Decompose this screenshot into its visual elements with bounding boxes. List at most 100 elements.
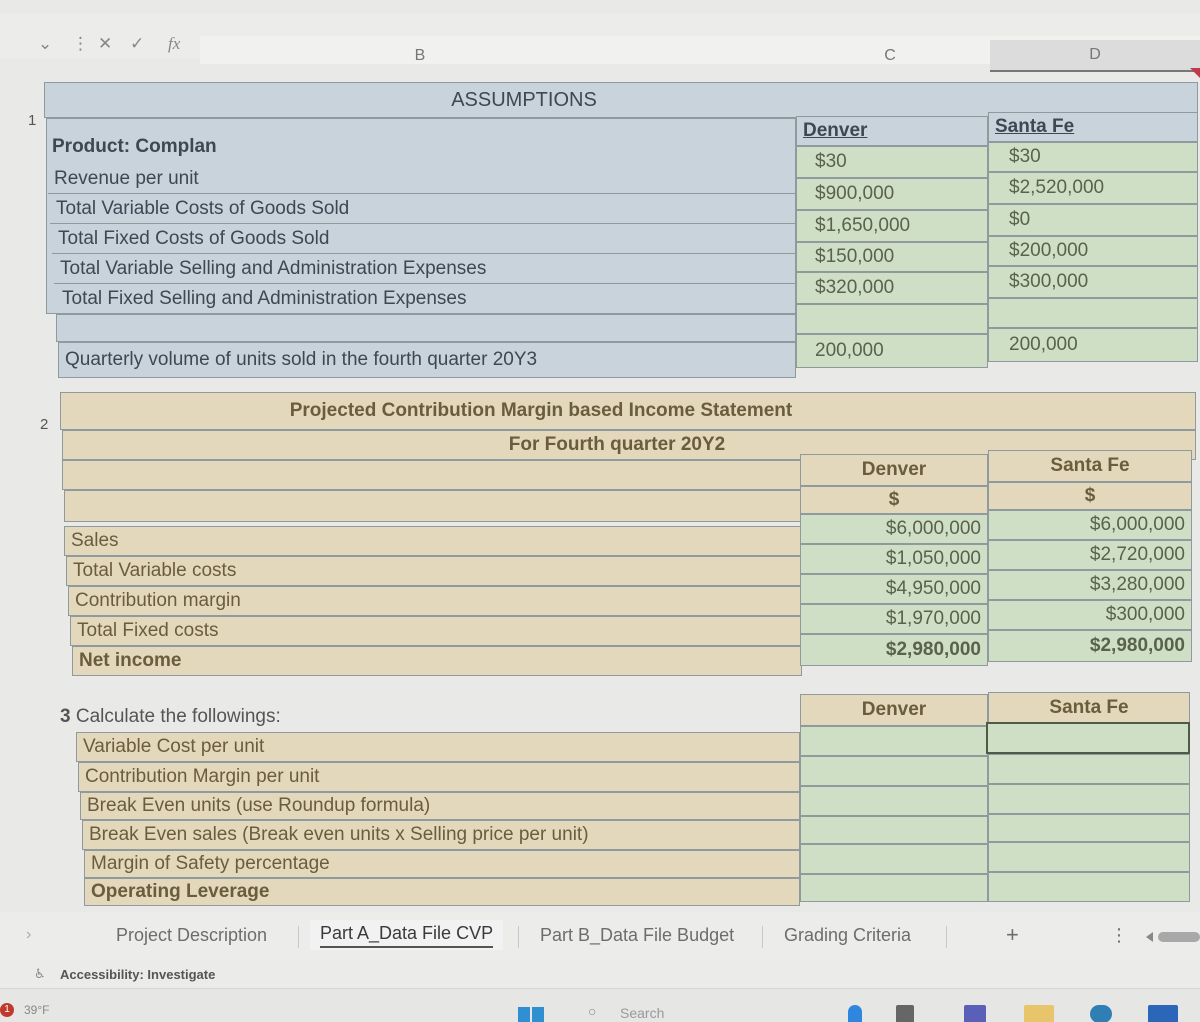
statement-value-santafe[interactable]: $6,000,000	[988, 510, 1192, 540]
accessibility-status[interactable]: Accessibility: Investigate	[60, 967, 215, 982]
statement-header-denver[interactable]: Denver	[800, 454, 988, 486]
assumption-blank-row[interactable]	[56, 314, 796, 342]
weather-temp[interactable]: 39°F	[24, 1003, 49, 1017]
statement-label[interactable]: Sales	[64, 526, 802, 556]
assumption-value-denver[interactable]: $30	[796, 146, 988, 178]
calculation-label[interactable]: Break Even units (use Roundup formula)	[80, 792, 800, 820]
tab-project-description[interactable]: Project Description	[106, 920, 277, 950]
calculation-label[interactable]: Contribution Margin per unit	[78, 762, 800, 792]
column-header-c[interactable]: C	[795, 40, 985, 72]
calculation-input-santafe-selected[interactable]	[986, 722, 1190, 754]
copilot-icon[interactable]	[848, 1005, 862, 1022]
statement-value-santafe[interactable]: $2,720,000	[988, 540, 1192, 570]
income-statement-blank-row[interactable]	[62, 460, 802, 490]
calculations-title[interactable]: Calculate the followings:	[76, 706, 281, 727]
statement-label[interactable]: Total Variable costs	[66, 556, 802, 586]
statement-value-santafe[interactable]: $3,280,000	[988, 570, 1192, 600]
statement-value-denver[interactable]: $1,050,000	[800, 544, 988, 574]
calculation-input-santafe[interactable]	[988, 872, 1190, 902]
add-sheet-button[interactable]: +	[996, 920, 1029, 950]
column-header-b[interactable]: B	[60, 40, 780, 72]
tab-separator	[762, 926, 763, 948]
tab-label: Grading Criteria	[784, 924, 912, 945]
scroll-tabs-right-icon[interactable]: ›	[26, 926, 31, 944]
assumption-blank-denver[interactable]	[796, 304, 988, 334]
calculation-input-santafe[interactable]	[988, 784, 1190, 814]
assumption-volume-santafe[interactable]: 200,000	[988, 328, 1198, 362]
calculation-input-santafe[interactable]	[988, 814, 1190, 842]
statement-value-denver[interactable]: $6,000,000	[800, 514, 988, 544]
calculation-input-denver[interactable]	[800, 786, 988, 816]
row-number-2[interactable]: 2	[40, 416, 48, 433]
calculation-label[interactable]: Margin of Safety percentage	[84, 850, 800, 878]
calculation-input-denver[interactable]	[800, 874, 988, 902]
assumption-value-denver[interactable]: $900,000	[796, 178, 988, 210]
column-header-d[interactable]: D	[990, 40, 1200, 72]
statement-currency-denver[interactable]: $	[800, 486, 988, 514]
statement-value-santafe[interactable]: $300,000	[988, 600, 1192, 630]
file-explorer-icon[interactable]	[1024, 1005, 1054, 1022]
assumption-value-denver[interactable]: $1,650,000	[796, 210, 988, 242]
statement-label[interactable]: Total Fixed costs	[70, 616, 802, 646]
edge-browser-icon[interactable]	[1090, 1005, 1112, 1022]
statement-label[interactable]: Contribution margin	[68, 586, 802, 616]
statement-currency-santafe[interactable]: $	[988, 482, 1192, 510]
calculation-input-santafe[interactable]	[988, 754, 1190, 784]
sheet-tab-bar: › Project Description Part A_Data File C…	[0, 912, 1200, 960]
assumption-header-denver[interactable]: Denver	[796, 116, 988, 146]
tab-label: Part B_Data File Budget	[540, 924, 735, 945]
assumption-label[interactable]: Total Fixed Selling and Administration E…	[56, 284, 796, 314]
status-bar: ♿ Accessibility: Investigate	[0, 960, 1200, 988]
statement-header-santafe[interactable]: Santa Fe	[988, 450, 1192, 482]
taskbar: 1 39°F ○ Search	[0, 988, 1200, 1022]
calculation-input-denver[interactable]	[800, 816, 988, 844]
calculation-label[interactable]: Break Even sales (Break even units x Sel…	[82, 820, 800, 850]
assumption-label[interactable]: Total Fixed Costs of Goods Sold	[52, 224, 796, 254]
calculation-label[interactable]: Operating Leverage	[84, 878, 800, 906]
tab-part-a-data-file-cvp[interactable]: Part A_Data File CVP	[310, 920, 504, 950]
horizontal-scrollbar[interactable]	[1158, 932, 1200, 942]
windows-start-icon[interactable]	[518, 1007, 546, 1022]
taskbar-search-input[interactable]: Search	[620, 1005, 664, 1021]
assumption-value-santafe[interactable]: $300,000	[988, 266, 1198, 298]
calculation-input-denver[interactable]	[800, 726, 988, 756]
assumption-header-santafe[interactable]: Santa Fe	[988, 112, 1198, 142]
tab-part-b-data-file-budget[interactable]: Part B_Data File Budget	[530, 920, 744, 950]
tab-separator	[518, 926, 519, 948]
teams-icon[interactable]	[964, 1005, 986, 1022]
task-view-icon[interactable]	[896, 1005, 914, 1022]
income-statement-blank-row[interactable]	[64, 490, 802, 522]
assumption-value-santafe[interactable]: $200,000	[988, 236, 1198, 266]
assumption-label[interactable]: Total Variable Selling and Administratio…	[54, 254, 796, 284]
statement-value-denver[interactable]: $4,950,000	[800, 574, 988, 604]
assumption-label[interactable]: Total Variable Costs of Goods Sold	[50, 194, 796, 224]
assumption-volume-denver[interactable]: 200,000	[796, 334, 988, 368]
row-number-1[interactable]: 1	[28, 112, 36, 129]
statement-value-denver[interactable]: $2,980,000	[800, 634, 988, 666]
assumption-blank-santafe[interactable]	[988, 298, 1198, 328]
assumption-value-santafe[interactable]: $30	[988, 142, 1198, 172]
statement-value-santafe[interactable]: $2,980,000	[988, 630, 1192, 662]
calculation-input-santafe[interactable]	[988, 842, 1190, 872]
scroll-left-icon[interactable]	[1146, 932, 1153, 942]
word-icon[interactable]	[1148, 1005, 1178, 1022]
tab-separator	[946, 926, 947, 948]
calculation-input-denver[interactable]	[800, 844, 988, 874]
assumption-label[interactable]: Revenue per unit	[48, 164, 796, 194]
search-icon[interactable]: ○	[588, 1003, 596, 1019]
statement-value-denver[interactable]: $1,970,000	[800, 604, 988, 634]
calculation-header-santafe[interactable]: Santa Fe	[988, 692, 1190, 724]
assumption-value-denver[interactable]: $320,000	[796, 272, 988, 304]
income-statement-title[interactable]: Projected Contribution Margin based Inco…	[60, 392, 1196, 430]
calculation-label[interactable]: Variable Cost per unit	[76, 732, 800, 762]
calculation-input-denver[interactable]	[800, 756, 988, 786]
assumption-label-volume[interactable]: Quarterly volume of units sold in the fo…	[58, 342, 796, 378]
assumption-value-denver[interactable]: $150,000	[796, 242, 988, 272]
statement-label[interactable]: Net income	[72, 646, 802, 676]
more-sheets-icon[interactable]: ⋮	[1100, 920, 1138, 950]
calculation-header-denver[interactable]: Denver	[800, 694, 988, 726]
assumption-label[interactable]: Product: Complan	[46, 132, 796, 162]
assumption-value-santafe[interactable]: $2,520,000	[988, 172, 1198, 204]
tab-grading-criteria[interactable]: Grading Criteria	[774, 920, 921, 950]
assumption-value-santafe[interactable]: $0	[988, 204, 1198, 236]
